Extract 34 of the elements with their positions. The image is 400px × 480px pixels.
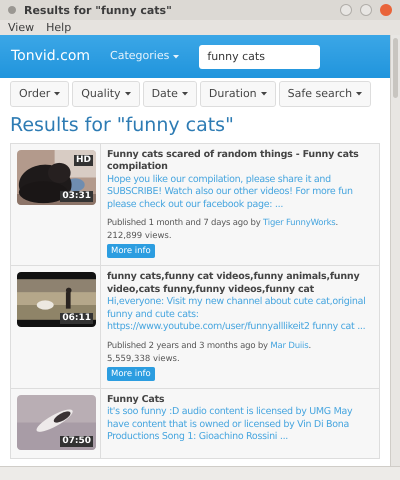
window-title: Results for "funny cats" [24,4,173,16]
video-title[interactable]: Funny cats scared of random things - Funny cats compilation [107,148,375,174]
duration-badge: 07:50 [60,436,93,447]
caret-icon [124,92,131,96]
filter-dropdown[interactable]: Date [142,81,197,107]
filter-dropdown[interactable]: Duration [200,81,276,107]
filter-dropdown[interactable]: Quality [72,81,140,107]
close-button[interactable] [380,4,392,16]
caret-icon [260,92,267,96]
video-description: Hope you like our compilation, please share it and SUBSCRIBE! Watch also our other videos! For more fun please check out our facebook page: ... [107,174,354,212]
views-count: 5,559,338 views. [107,352,181,366]
caret-icon [356,92,362,96]
video-description: it's soo funny :D audio content is licensed by UMG May have content that is owned or licensed by Vin Di Bona Productions Song 1: Gioachino Rossini ... [107,406,354,444]
duration-badge: 06:11 [60,313,93,324]
results-heading: Results for "funny cats" [9,114,235,138]
maximize-button[interactable] [360,4,372,16]
search-field[interactable]: funny cats [199,44,320,68]
published-text: Published 1 month and 7 days ago by Tiger FunnyWorks. [107,217,340,230]
video-title[interactable]: Funny Cats [107,394,375,406]
filter-dropdown[interactable]: Order [10,81,70,107]
published-text: Published 2 years and 3 months ago by Mar Duiis. [107,340,312,353]
filter-dropdown[interactable]: Safe search [278,81,372,107]
video-title[interactable]: funny cats,funny cat videos,funny animals,funny video,cats funny,funny videos,funny cat [107,271,375,296]
menu-item[interactable]: Help [46,22,72,33]
video-description: Hi,everyone: Visit my new channel about cute cat,original funny and cute cats: https://www.youtube.com/user/funnyalllikeit2 funny cat ... [107,296,366,334]
window-icon [8,6,16,14]
caret-icon [173,54,180,58]
menu-item[interactable]: View [8,22,34,33]
scrollbar[interactable] [390,35,400,466]
caret-icon [54,92,60,96]
minimize-button[interactable] [340,4,352,16]
duration-badge: 03:31 [60,190,93,202]
caret-icon [182,92,188,96]
views-count: 212,899 views. [107,230,173,244]
